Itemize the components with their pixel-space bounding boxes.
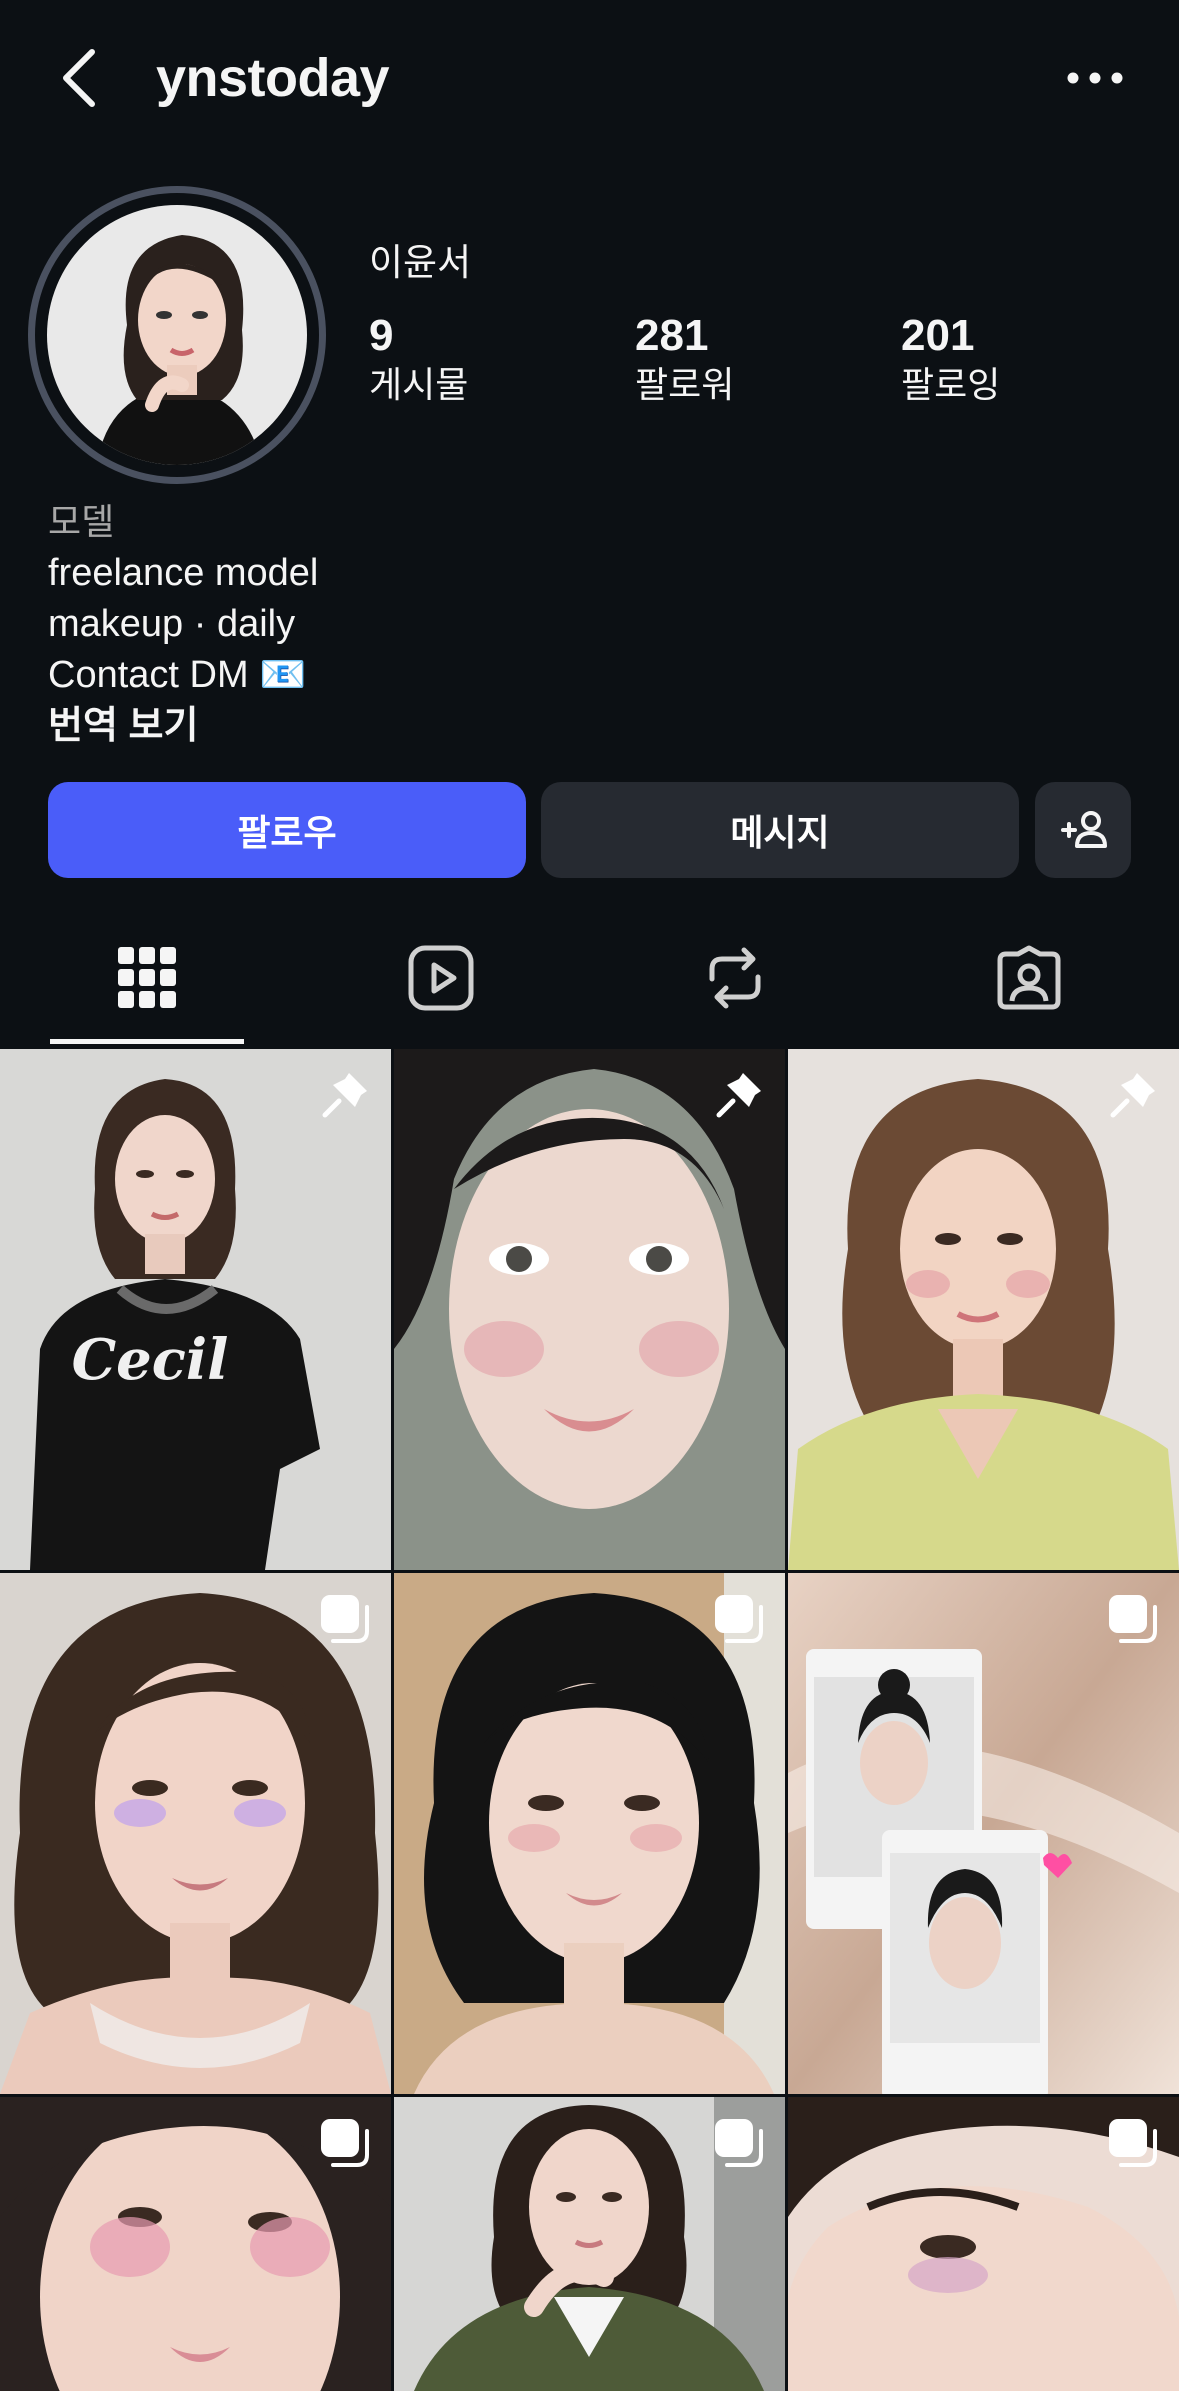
repost-icon <box>709 947 761 1008</box>
post-thumbnail[interactable]: Cecil <box>0 1049 391 1570</box>
post-thumbnail[interactable] <box>788 2097 1179 2391</box>
carousel-icon <box>321 1595 369 1643</box>
posts-count-stat[interactable]: 9 게시물 <box>369 310 468 408</box>
bio-line: Contact DM 📧 <box>48 654 307 696</box>
bio-line: makeup · daily <box>48 603 296 645</box>
profile-display-name: 이윤서 <box>369 242 472 283</box>
stat-label: 게시물 <box>369 364 469 405</box>
pin-icon <box>716 1073 761 1118</box>
more-options-button[interactable] <box>1063 50 1127 106</box>
profile-bio: 모델 freelance model makeup · daily Contac… <box>48 496 948 752</box>
carousel-icon <box>715 1595 763 1643</box>
stat-value: 201 <box>901 311 975 360</box>
posts-grid: Cecil <box>0 1049 1179 2391</box>
post-thumbnail[interactable] <box>394 1573 785 2094</box>
stat-label: 팔로잉 <box>901 364 1001 405</box>
followers-count-stat[interactable]: 281 팔로워 <box>635 310 734 408</box>
more-horizontal-icon <box>1067 72 1123 84</box>
tab-tagged[interactable] <box>882 910 1176 1045</box>
post-thumbnail[interactable] <box>788 1049 1179 1570</box>
carousel-icon <box>1109 2119 1157 2167</box>
profile-tabs <box>0 910 1179 1045</box>
profile-category: 모델 <box>48 501 115 542</box>
post-thumbnail[interactable] <box>394 2097 785 2391</box>
stat-value: 9 <box>369 311 394 360</box>
profile-username: ynstoday <box>156 48 390 108</box>
chevron-left-icon <box>63 49 95 107</box>
shirt-print-text: Cecil <box>72 1327 229 1393</box>
post-thumbnail[interactable] <box>0 1573 391 2094</box>
post-thumbnail[interactable] <box>788 1573 1179 2094</box>
following-count-stat[interactable]: 201 팔로잉 <box>901 310 1000 408</box>
stat-value: 281 <box>635 311 709 360</box>
back-button[interactable] <box>52 42 112 114</box>
tab-reels[interactable] <box>294 910 588 1045</box>
tab-reposts[interactable] <box>588 910 882 1045</box>
avatar <box>47 205 307 465</box>
profile-page: ynstoday 이윤서 9 게시물 281 팔로워 201 팔로잉 모델 fr… <box>0 0 1179 2391</box>
tab-posts[interactable] <box>0 910 294 1045</box>
bio-line: freelance model <box>48 552 319 594</box>
pin-icon <box>322 1073 367 1118</box>
grid-icon <box>118 946 176 1008</box>
message-button[interactable]: 메시지 <box>541 782 1019 878</box>
carousel-icon <box>321 2119 369 2167</box>
profile-avatar-ring[interactable] <box>28 186 326 484</box>
stat-label: 팔로워 <box>635 364 735 405</box>
pin-icon <box>1110 1073 1155 1118</box>
carousel-icon <box>715 2119 763 2167</box>
post-thumbnail[interactable] <box>394 1049 785 1570</box>
active-tab-indicator <box>50 1039 244 1044</box>
tagged-person-icon <box>997 945 1061 1009</box>
carousel-icon <box>1109 1595 1157 1643</box>
add-person-icon <box>1061 811 1107 848</box>
post-thumbnail[interactable] <box>0 2097 391 2391</box>
follow-button[interactable]: 팔로우 <box>48 782 526 878</box>
play-icon <box>408 945 474 1010</box>
suggested-accounts-button[interactable] <box>1035 782 1131 878</box>
see-translation-link[interactable]: 번역 보기 <box>48 701 948 752</box>
top-bar: ynstoday <box>0 0 1179 160</box>
